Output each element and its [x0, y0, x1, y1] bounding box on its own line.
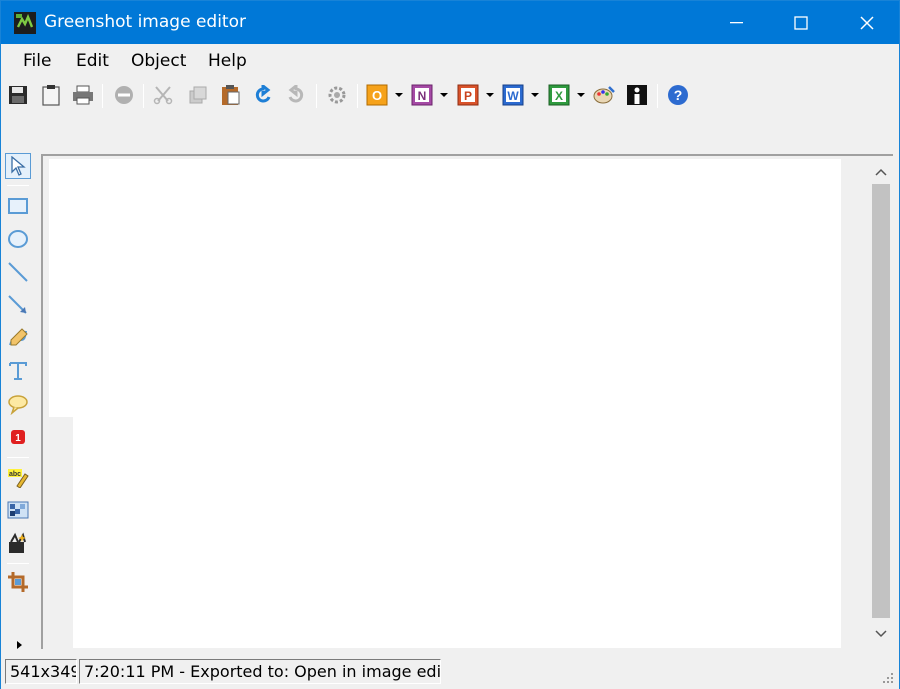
outlook-button[interactable]: O [365, 83, 389, 107]
ellipse-icon [8, 230, 28, 248]
text-icon [9, 362, 27, 380]
drawing-tools: 1 abc [1, 151, 33, 655]
status-bar: 541x349 7:20:11 PM - Exported to: Open i… [1, 655, 899, 689]
tool-highlight[interactable]: abc [5, 464, 31, 490]
paint-button[interactable] [592, 83, 616, 107]
undo-button[interactable] [251, 83, 275, 107]
save-button[interactable] [6, 83, 30, 107]
svg-text:1: 1 [15, 433, 21, 444]
menu-object[interactable]: Object [131, 51, 186, 71]
redo-icon [288, 85, 304, 103]
excel-icon: X [548, 84, 570, 106]
close-button[interactable] [835, 1, 899, 44]
editor-window: Greenshot image editor File Edit Object … [0, 0, 900, 689]
tool-step-label[interactable]: 1 [5, 424, 31, 450]
copy-button[interactable] [186, 83, 210, 107]
svg-text:X: X [555, 89, 563, 103]
remove-icon [115, 86, 133, 104]
crop-icon [8, 572, 28, 592]
more-tools-icon[interactable] [17, 641, 22, 649]
image-size-label: 541x349 [5, 659, 77, 684]
delete-button[interactable] [112, 83, 136, 107]
pencil-icon [9, 328, 28, 346]
redo-button[interactable] [284, 83, 308, 107]
clipboard-button[interactable] [39, 83, 63, 107]
settings-button[interactable] [325, 83, 349, 107]
resize-grip-icon[interactable] [879, 669, 895, 685]
menu-file[interactable]: File [23, 51, 51, 71]
onenote-icon: N [411, 84, 433, 106]
svg-text:O: O [372, 88, 382, 103]
help-icon: ? [668, 85, 688, 105]
floppy-icon [9, 86, 27, 104]
speech-bubble-icon [8, 395, 28, 415]
cut-button[interactable] [151, 83, 175, 107]
tool-pointer[interactable] [5, 153, 31, 179]
tool-ellipse[interactable] [5, 226, 31, 252]
paste-icon [222, 85, 240, 105]
help-button[interactable]: ? [666, 83, 690, 107]
tool-line[interactable] [5, 259, 31, 285]
svg-text:P: P [464, 89, 472, 103]
copy-icon [189, 86, 207, 104]
tool-crop[interactable] [5, 569, 31, 595]
maximize-button[interactable] [769, 1, 833, 44]
arrow-icon [8, 295, 27, 314]
scissors-icon [153, 86, 173, 105]
counter-icon: 1 [11, 430, 25, 444]
image-canvas[interactable] [49, 159, 841, 417]
svg-text:W: W [507, 89, 519, 103]
minimize-button[interactable] [705, 1, 769, 44]
vertical-scrollbar[interactable] [870, 156, 892, 649]
undo-icon [255, 85, 271, 103]
svg-text:abc: abc [9, 471, 21, 478]
status-message: 7:20:11 PM - Exported to: Open in image … [79, 659, 441, 684]
cursor-icon [11, 156, 26, 176]
svg-text:?: ? [674, 87, 683, 103]
print-button[interactable] [71, 83, 95, 107]
scroll-up-icon[interactable] [870, 160, 892, 184]
tool-obfuscate[interactable] [5, 497, 31, 523]
powerpoint-icon: P [457, 84, 479, 106]
magic-wand-icon [9, 532, 26, 553]
word-icon: W [502, 84, 524, 106]
title-bar[interactable]: Greenshot image editor [1, 1, 899, 44]
tool-speech-bubble[interactable] [5, 391, 31, 417]
paste-button[interactable] [219, 83, 243, 107]
line-icon [8, 262, 28, 282]
powerpoint-button[interactable]: P [456, 83, 480, 107]
tool-effects[interactable] [5, 530, 31, 556]
menu-edit[interactable]: Edit [76, 51, 109, 71]
onenote-button[interactable]: N [410, 83, 434, 107]
scroll-down-icon[interactable] [870, 622, 892, 646]
scroll-thumb[interactable] [872, 184, 890, 618]
tool-arrow[interactable] [5, 292, 31, 318]
tool-freehand[interactable] [5, 325, 31, 351]
svg-text:N: N [418, 89, 427, 103]
toolbar: O N P W X ? [1, 78, 899, 116]
imgur-icon [627, 85, 647, 105]
word-button[interactable]: W [501, 83, 525, 107]
outlook-icon: O [366, 84, 388, 106]
gear-icon [328, 86, 346, 104]
tool-text[interactable] [5, 358, 31, 384]
tool-rectangle[interactable] [5, 193, 31, 219]
greenshot-app-icon [13, 11, 37, 35]
canvas-viewport[interactable] [41, 154, 893, 649]
pixelate-icon [7, 501, 29, 519]
excel-button[interactable]: X [547, 83, 571, 107]
menu-bar: File Edit Object Help [1, 44, 899, 78]
imgur-button[interactable] [625, 83, 649, 107]
clipboard-icon [42, 85, 60, 106]
window-title: Greenshot image editor [44, 12, 246, 32]
printer-icon [73, 85, 93, 105]
image-canvas-lower[interactable] [73, 414, 841, 648]
rectangle-icon [8, 198, 28, 214]
menu-help[interactable]: Help [208, 51, 247, 71]
highlighter-icon: abc [8, 469, 29, 488]
palette-icon [593, 86, 615, 104]
